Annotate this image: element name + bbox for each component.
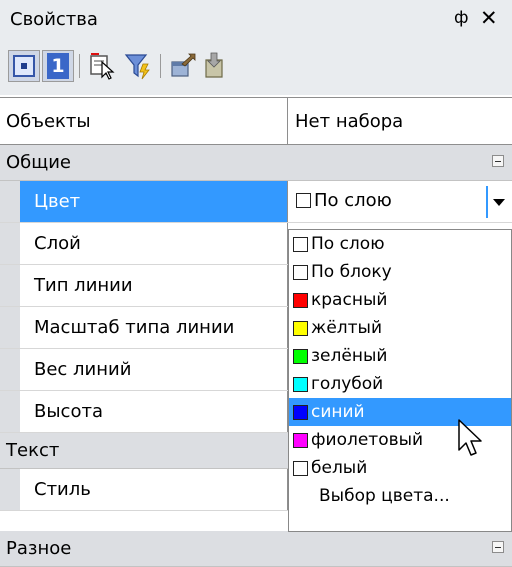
- category-general[interactable]: Общие: [0, 145, 512, 181]
- color-option-label: фиолетовый: [311, 430, 424, 450]
- pickadd-toggle-icon: [13, 55, 35, 77]
- quick-select-button[interactable]: [122, 50, 154, 82]
- color-option-label: Выбор цвета...: [319, 486, 450, 506]
- color-option-cyan[interactable]: голубой: [289, 370, 511, 398]
- pickadd-toggle-button[interactable]: [8, 50, 40, 82]
- export-button[interactable]: [167, 50, 199, 82]
- color-option-bylayer[interactable]: По слою: [289, 230, 511, 258]
- collapse-icon[interactable]: [492, 541, 504, 553]
- color-option-select-color[interactable]: Выбор цвета...: [289, 482, 511, 510]
- pin-icon[interactable]: ф: [454, 8, 469, 28]
- import-icon: [205, 52, 223, 78]
- color-swatch: [296, 193, 311, 208]
- collapse-icon[interactable]: [492, 155, 504, 167]
- color-swatch: [293, 348, 308, 364]
- row-gutter: [0, 223, 20, 264]
- color-swatch: [293, 376, 308, 392]
- category-general-label: Общие: [6, 152, 71, 173]
- select-objects-button[interactable]: [87, 50, 119, 82]
- color-swatch: [293, 404, 308, 420]
- color-option-red[interactable]: красный: [289, 286, 511, 314]
- color-dropdown-list: По слою По блоку красный жёлтый зелёный …: [288, 229, 512, 532]
- panel-title: Свойства: [10, 9, 98, 30]
- property-label-color: Цвет: [34, 191, 81, 212]
- category-text-label: Текст: [6, 440, 60, 461]
- color-combo-value[interactable]: По слою: [296, 190, 392, 211]
- row-gutter: [0, 181, 20, 222]
- color-swatch: [293, 236, 308, 252]
- property-label-style: Стиль: [34, 479, 91, 500]
- mouse-pointer-icon: [458, 419, 482, 456]
- color-option-label: По слою: [311, 234, 385, 254]
- export-icon: [171, 53, 196, 77]
- properties-toolbar: 1: [0, 42, 512, 95]
- category-misc[interactable]: Разное: [0, 531, 512, 567]
- properties-titlebar: Свойства ф ✕: [0, 0, 512, 42]
- color-swatch: [293, 432, 308, 448]
- column-divider: [287, 98, 288, 144]
- color-swatch: [293, 264, 308, 280]
- color-option-label: жёлтый: [311, 318, 383, 338]
- objects-label: Объекты: [6, 110, 91, 132]
- color-option-yellow[interactable]: жёлтый: [289, 314, 511, 342]
- property-label-linetype: Тип линии: [34, 275, 133, 296]
- single-select-button[interactable]: 1: [42, 50, 74, 82]
- color-option-label: голубой: [311, 374, 384, 394]
- property-label-layer: Слой: [34, 233, 81, 254]
- selection-header-row[interactable]: Объекты Нет набора: [0, 97, 512, 145]
- single-select-icon: 1: [47, 53, 69, 79]
- color-option-label: зелёный: [311, 346, 388, 366]
- property-label-linetype-scale: Масштаб типа линии: [34, 317, 235, 338]
- color-option-label: белый: [311, 458, 368, 478]
- chevron-down-icon: [493, 198, 505, 206]
- row-gutter: [0, 349, 20, 390]
- color-option-byblock[interactable]: По блоку: [289, 258, 511, 286]
- property-label-height: Высота: [34, 401, 103, 422]
- column-divider: [287, 181, 288, 222]
- row-gutter: [0, 265, 20, 306]
- row-gutter: [0, 307, 20, 348]
- row-gutter: [0, 391, 20, 432]
- select-objects-icon: [90, 53, 115, 80]
- color-option-label: синий: [311, 402, 365, 422]
- toolbar-separator: [79, 54, 80, 78]
- color-combo-text: По слою: [314, 190, 392, 211]
- color-option-label: красный: [311, 290, 388, 310]
- color-option-label: По блоку: [311, 262, 392, 282]
- color-swatch: [293, 460, 308, 476]
- property-row-color[interactable]: Цвет По слою: [0, 181, 512, 223]
- color-swatch: [293, 292, 308, 308]
- import-button[interactable]: [199, 50, 231, 82]
- category-misc-label: Разное: [6, 538, 72, 559]
- quick-select-filter-icon: [124, 54, 150, 80]
- property-label-lineweight: Вес линий: [34, 359, 132, 380]
- close-icon[interactable]: ✕: [480, 6, 498, 30]
- selection-value[interactable]: Нет набора: [295, 98, 403, 144]
- toolbar-separator: [160, 54, 161, 78]
- color-option-green[interactable]: зелёный: [289, 342, 511, 370]
- row-gutter: [0, 469, 20, 510]
- color-swatch: [293, 320, 308, 336]
- color-combo-dropdown-button[interactable]: [486, 186, 510, 218]
